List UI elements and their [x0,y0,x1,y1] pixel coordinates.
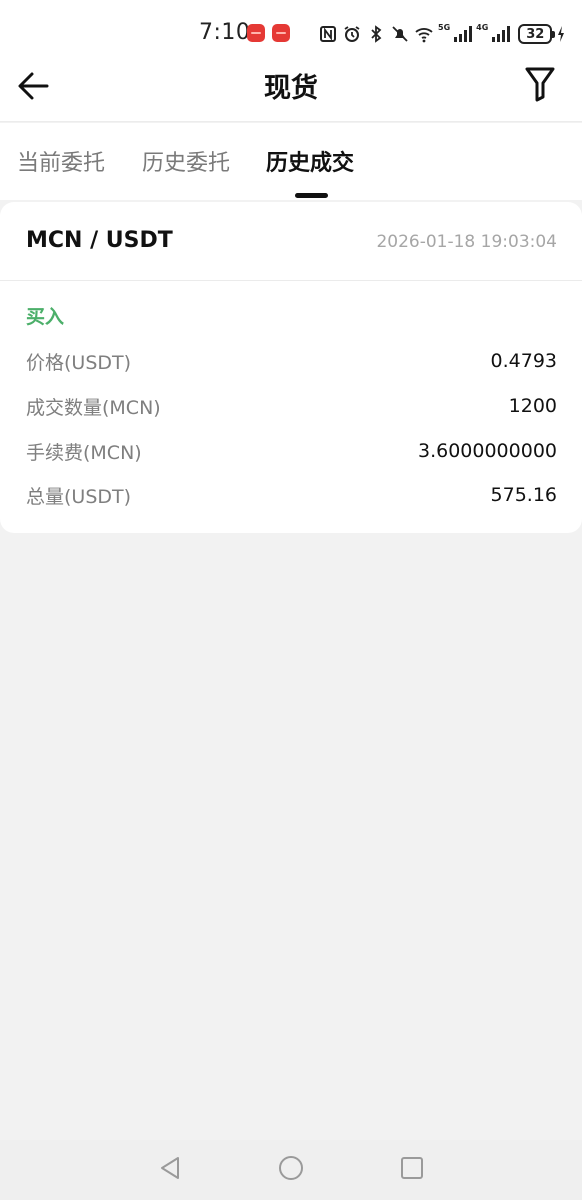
active-tab-indicator [295,193,328,198]
page-title: 现货 [264,73,318,104]
trade-card-header: MCN / USDT 2026-01-18 19:03:04 [0,202,582,281]
wifi-icon [414,23,434,45]
total-label: 总量(USDT) [26,485,132,508]
price-row: 价格(USDT) 0.4793 [26,347,557,375]
nfc-icon [318,23,338,45]
filled-qty-label: 成交数量(MCN) [26,396,161,419]
total-row: 总量(USDT) 575.16 [26,481,557,509]
nav-back-button[interactable] [156,1156,184,1184]
nav-recents-button[interactable] [398,1156,426,1184]
filter-button[interactable] [520,66,560,106]
app-notification-icon [272,24,290,42]
mute-icon [390,23,410,45]
fee-row: 手续费(MCN) 3.6000000000 [26,437,557,465]
total-value: 575.16 [490,484,557,506]
app-notification-icon [247,24,265,42]
square-recents-icon [400,1156,424,1184]
app-header: 现货 [0,62,582,122]
status-icons: 5G 4G 32 [318,20,566,48]
tab-current-orders[interactable]: 当前委托 [17,145,105,177]
status-time: 7:10 [199,20,251,45]
system-nav-bar [0,1140,582,1200]
charging-icon [556,23,566,45]
trading-pair: MCN / USDT [26,228,173,253]
status-bar: 7:10 5G 4G 32 [0,0,582,62]
filter-icon [524,66,556,106]
trade-card[interactable]: MCN / USDT 2026-01-18 19:03:04 买入 价格(USD… [0,202,582,533]
alarm-icon [342,23,362,45]
signal-label: 5G [438,22,451,32]
trade-side-badge: 买入 [26,306,65,328]
battery-icon: 32 [518,24,556,44]
fee-value: 3.6000000000 [417,440,557,462]
cell-signal-icon [452,23,473,45]
cell-signal-icon [490,23,511,45]
tab-trade-history[interactable]: 历史成交 [266,145,354,177]
circle-home-icon [278,1155,304,1185]
triangle-back-icon [158,1155,182,1185]
nav-home-button[interactable] [277,1156,305,1184]
price-label: 价格(USDT) [26,351,132,374]
fee-label: 手续费(MCN) [26,441,142,464]
tab-order-history[interactable]: 历史委托 [142,145,230,177]
tab-bar: 当前委托 历史委托 历史成交 [0,123,582,200]
bluetooth-icon [366,23,386,45]
filled-qty-row: 成交数量(MCN) 1200 [26,392,557,420]
signal-label: 4G [476,22,489,32]
filled-qty-value: 1200 [508,395,557,417]
price-value: 0.4793 [490,350,557,372]
trade-datetime: 2026-01-18 19:03:04 [376,232,557,252]
